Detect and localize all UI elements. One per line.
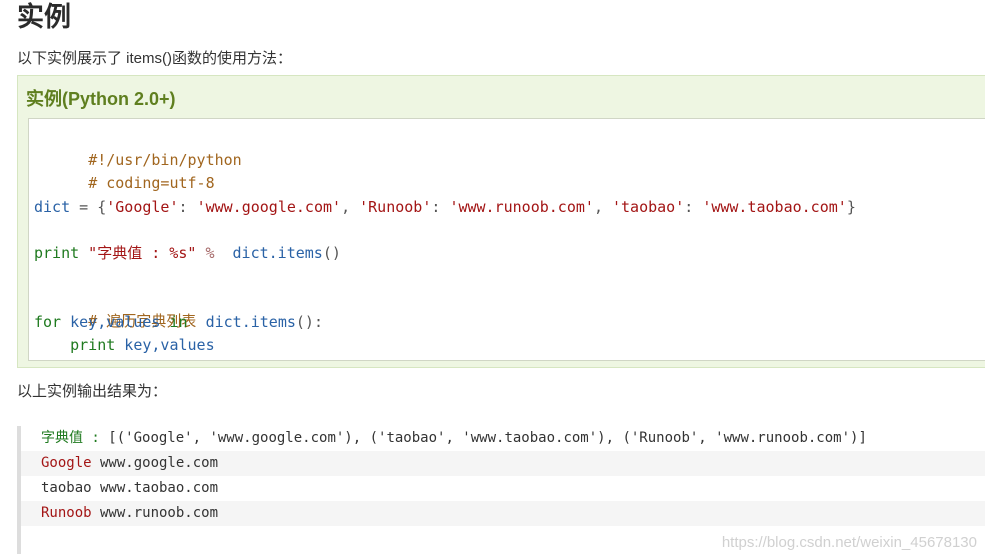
output-value: www.runoob.com bbox=[91, 505, 219, 521]
code-string: "字典值 : %s" bbox=[79, 244, 206, 262]
page-heading: 实例 bbox=[17, 2, 71, 32]
code-punct: , bbox=[593, 198, 612, 216]
code-line-for: for key,values in dict.items(): bbox=[34, 311, 323, 333]
code-panel[interactable]: #!/usr/bin/python # coding=utf-8 dict = … bbox=[28, 118, 985, 361]
code-punct: = { bbox=[70, 198, 107, 216]
result-intro-text: 以上实例输出结果为： bbox=[17, 383, 168, 400]
code-punct: , bbox=[341, 198, 360, 216]
code-punct: : bbox=[431, 198, 450, 216]
code-keyword: print bbox=[34, 336, 116, 354]
code-variable: dict bbox=[34, 198, 71, 216]
output-key: taobao bbox=[41, 480, 92, 496]
output-line: Google www.google.com bbox=[21, 451, 985, 476]
code-string: 'Runoob' bbox=[359, 198, 432, 216]
code-keyword: for bbox=[34, 313, 62, 331]
code-operator: % bbox=[205, 244, 224, 262]
code-line-print: print "字典值 : %s" % dict.items() bbox=[34, 242, 341, 264]
output-line: 字典值 : [('Google', 'www.google.com'), ('t… bbox=[21, 426, 985, 451]
code-variable: key,values bbox=[61, 313, 170, 331]
code-comment: # coding=utf-8 bbox=[88, 174, 215, 192]
example-title: 实例(Python 2.0+) bbox=[26, 89, 176, 109]
code-punct: } bbox=[846, 198, 856, 216]
output-key: Google bbox=[41, 455, 92, 471]
watermark-text: https://blog.csdn.net/weixin_45678130 bbox=[721, 534, 977, 551]
output-text: [('Google', 'www.google.com'), ('taobao'… bbox=[108, 430, 867, 446]
code-string: 'www.google.com' bbox=[196, 198, 342, 216]
output-value: www.taobao.com bbox=[91, 480, 219, 496]
code-punct: () bbox=[322, 244, 341, 262]
code-keyword: print bbox=[34, 244, 80, 262]
code-string: 'www.runoob.com' bbox=[449, 198, 594, 216]
code-string: 'taobao' bbox=[612, 198, 685, 216]
code-line-dict: dict = {'Google': 'www.google.com', 'Run… bbox=[34, 196, 856, 218]
code-call: dict.items bbox=[223, 244, 323, 262]
code-string: 'www.taobao.com' bbox=[702, 198, 847, 216]
output-key: Runoob bbox=[41, 505, 92, 521]
example-box: 实例(Python 2.0+) #!/usr/bin/python # codi… bbox=[17, 75, 985, 368]
code-punct: : bbox=[684, 198, 703, 216]
output-prefix: 字典值 : bbox=[41, 430, 109, 446]
output-line: taobao www.taobao.com bbox=[21, 476, 985, 501]
code-line-print2: print key,values bbox=[34, 334, 215, 356]
code-punct: : bbox=[178, 198, 197, 216]
code-string: 'Google' bbox=[106, 198, 179, 216]
output-line: Runoob www.runoob.com bbox=[21, 501, 985, 526]
code-call: dict.items bbox=[187, 313, 296, 331]
output-value: www.google.com bbox=[91, 455, 219, 471]
code-variable: key,values bbox=[115, 336, 215, 354]
intro-text: 以下实例展示了 items()函数的使用方法： bbox=[17, 50, 292, 67]
code-punct: (): bbox=[295, 313, 323, 331]
code-keyword: in bbox=[169, 313, 188, 331]
